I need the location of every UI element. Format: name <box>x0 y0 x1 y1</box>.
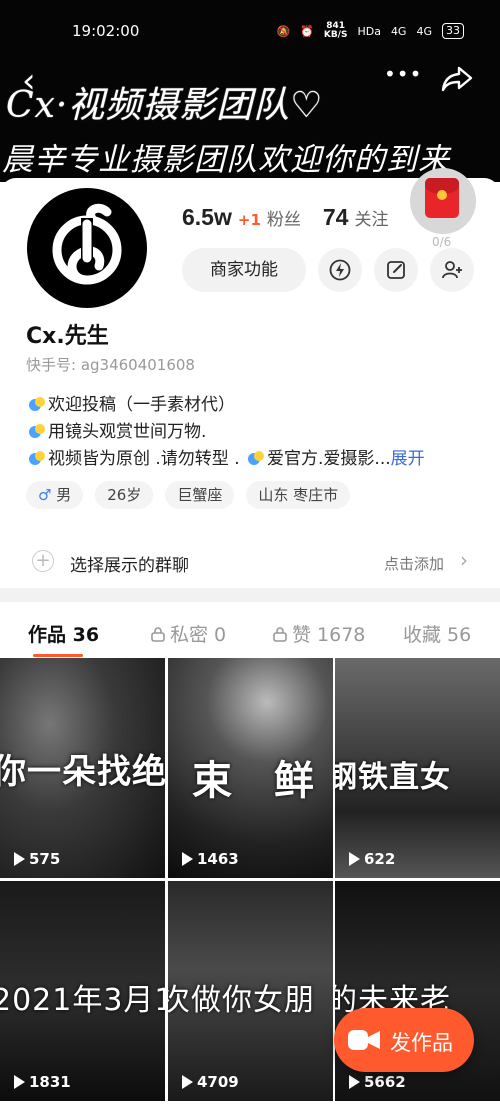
post-video-label: 发作品 <box>390 1031 453 1055</box>
video-card[interactable]: 你一朵找绝 575 <box>0 658 165 878</box>
sparkle-icon <box>29 397 45 411</box>
share-icon[interactable] <box>440 64 474 94</box>
more-icon[interactable]: ••• <box>384 62 422 86</box>
play-icon <box>14 1075 25 1089</box>
add-user-icon <box>442 261 462 279</box>
profile-name: Cx.先生 <box>26 324 109 349</box>
group-chat-label: 选择展示的群聊 <box>70 556 189 576</box>
following-count[interactable]: 74 <box>323 204 349 231</box>
network-speed: 841 KB/S <box>323 21 348 40</box>
profile-bio[interactable]: 欢迎投稿（一手素材代） 用镜头观赏世间万物. 视频皆为原创 .请勿转型 . 爱官… <box>26 392 425 473</box>
followers-count[interactable]: 6.5w <box>182 204 232 231</box>
status-time: 19:02:00 <box>72 22 140 40</box>
tab-likes[interactable]: 赞 1678 <box>272 620 365 647</box>
bio-line-3: 视频皆为原创 .请勿转型 . 爱官方.爱摄影...展开 <box>26 446 425 473</box>
video-card[interactable]: 钢铁直女 622 <box>335 658 500 878</box>
netease-logo-icon <box>52 203 122 285</box>
following-label[interactable]: 关注 <box>354 205 388 230</box>
play-count: 1463 <box>182 850 239 868</box>
video-caption: 2021年3月1 <box>0 983 165 1018</box>
video-card[interactable]: 2021年3月1 1831 <box>0 881 165 1101</box>
followers-label[interactable]: 粉丝 <box>267 205 301 230</box>
sparkle-icon <box>29 424 45 438</box>
tag-gender: ♂ 男 <box>26 481 84 509</box>
red-envelope-count: 0/6 <box>432 235 452 249</box>
bio-line-2: 用镜头观赏世间万物. <box>26 419 425 446</box>
profile-banner: 19:02:00 🔕 ⏰ 841 KB/S HDa 4G 4G 33 ‹ ••• … <box>0 0 500 182</box>
video-caption: 你一朵找绝 <box>0 752 165 792</box>
active-tab-indicator <box>33 654 83 657</box>
lock-icon <box>151 627 165 642</box>
network-hd-label: HDa <box>357 24 381 38</box>
play-icon <box>349 1075 360 1089</box>
edit-icon <box>387 261 405 279</box>
status-icons: 🔕 ⏰ 841 KB/S HDa 4G 4G 33 <box>276 22 464 40</box>
avatar[interactable] <box>24 185 150 311</box>
play-icon <box>14 852 25 866</box>
tag-zodiac: 巨蟹座 <box>165 481 235 509</box>
kuaishou-id[interactable]: 快手号: ag3460401608 <box>26 354 195 375</box>
lightning-button[interactable] <box>318 248 362 292</box>
play-icon <box>182 1075 193 1089</box>
lock-icon <box>273 627 287 642</box>
video-caption: 次做你女朋 <box>168 983 315 1018</box>
play-icon <box>349 852 360 866</box>
play-count: 622 <box>349 850 395 868</box>
chevron-right-icon: › <box>460 548 468 572</box>
bio-line-1: 欢迎投稿（一手素材代） <box>26 392 425 419</box>
edit-profile-button[interactable] <box>374 248 418 292</box>
sparkle-icon <box>248 451 265 465</box>
video-caption: 钢铁直女 <box>335 760 451 795</box>
profile-tags: ♂ 男 26岁 巨蟹座 山东 枣庄市 <box>26 481 351 509</box>
battery-icon: 33 <box>442 23 464 39</box>
play-count: 1831 <box>14 1073 71 1091</box>
tab-works[interactable]: 作品 36 <box>28 620 99 647</box>
plus-circle-icon: + <box>32 550 54 572</box>
play-count: 575 <box>14 850 60 868</box>
add-friend-button[interactable] <box>430 248 474 292</box>
video-camera-icon <box>348 1030 380 1050</box>
tab-private[interactable]: 私密 0 <box>150 620 226 647</box>
red-envelope-icon <box>425 178 459 218</box>
tab-favorites[interactable]: 收藏 56 <box>403 620 471 647</box>
mute-icon: 🔕 <box>276 24 291 38</box>
section-divider <box>0 588 500 602</box>
lightning-icon <box>329 259 351 281</box>
alarm-icon: ⏰ <box>300 24 314 38</box>
bio-expand-link[interactable]: 展开 <box>391 449 425 469</box>
tag-age: 26岁 <box>95 481 154 509</box>
post-video-button[interactable]: 发作品 <box>334 1008 474 1072</box>
group-chat-add[interactable]: 点击添加 <box>384 553 444 574</box>
followers-delta: +1 <box>237 211 261 229</box>
group-chat-row[interactable]: + 选择展示的群聊 点击添加 › <box>0 542 500 588</box>
play-icon <box>182 852 193 866</box>
play-count: 5662 <box>349 1073 406 1091</box>
video-card[interactable]: 束 鲜 1463 <box>168 658 333 878</box>
content-tabs: 作品 36 私密 0 赞 1678 收藏 56 <box>0 602 500 658</box>
video-caption: 束 鲜 <box>192 758 328 804</box>
banner-subtitle: 晨辛专业摄影团队欢迎你的到来 <box>2 142 450 178</box>
play-count: 4709 <box>182 1073 239 1091</box>
profile-stats: 6.5w +1 粉丝 74 关注 <box>182 204 404 231</box>
status-bar: 19:02:00 🔕 ⏰ 841 KB/S HDa 4G 4G 33 <box>0 20 500 44</box>
tag-location: 山东 枣庄市 <box>246 481 351 509</box>
merchant-functions-button[interactable]: 商家功能 <box>182 248 306 292</box>
sparkle-icon <box>29 451 45 465</box>
signal-4g-2: 4G <box>416 24 432 38</box>
banner-title: Cx·视频摄影团队♡ <box>6 85 324 126</box>
red-envelope-button[interactable] <box>410 168 476 234</box>
video-card[interactable]: 次做你女朋 4709 <box>168 881 333 1101</box>
profile-card: 6.5w +1 粉丝 74 关注 0/6 商家功能 Cx.先生 快手号: ag3… <box>0 168 500 588</box>
signal-4g-1: 4G <box>390 24 407 38</box>
male-icon: ♂ <box>38 486 52 504</box>
